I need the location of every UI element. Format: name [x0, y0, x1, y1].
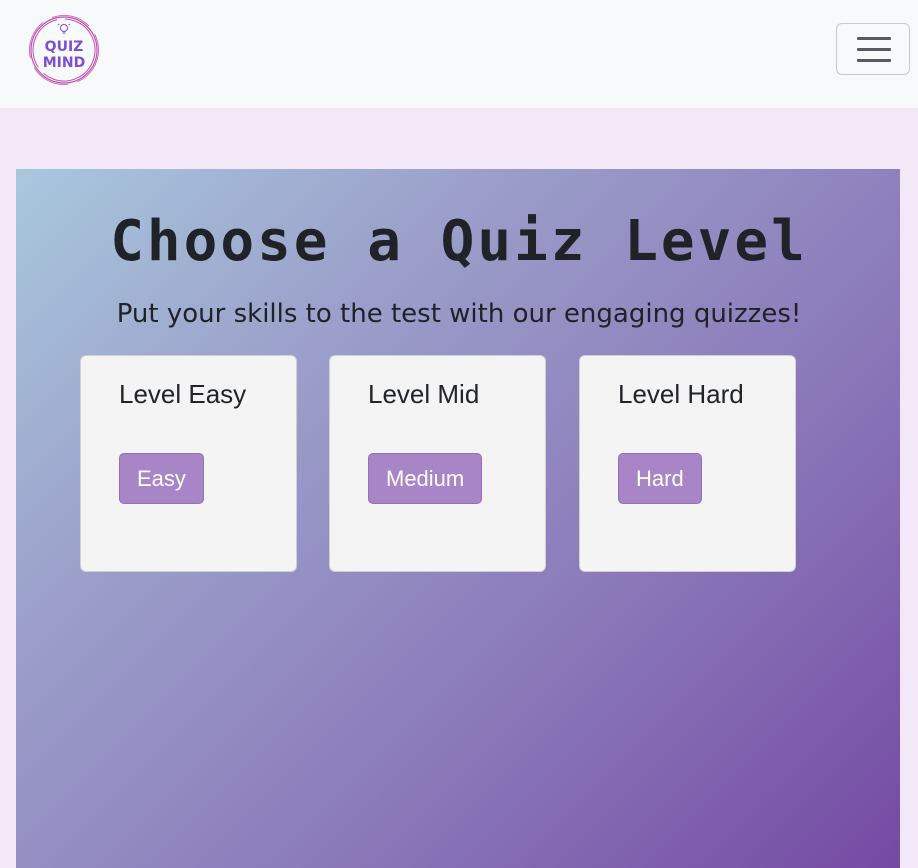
lightbulb-icon [57, 23, 71, 34]
easy-button[interactable]: Easy [119, 453, 204, 504]
logo-text-line1: QUIZ [44, 39, 84, 55]
menu-toggle-button[interactable] [836, 23, 910, 75]
hard-button[interactable]: Hard [618, 453, 702, 504]
medium-button[interactable]: Medium [368, 453, 483, 504]
page-title: Choose a Quiz Level [110, 209, 808, 274]
logo-text-line2: MIND [42, 55, 86, 71]
quizmind-logo[interactable]: QUIZ MIND [28, 14, 100, 86]
level-card-title: Level Easy [119, 379, 247, 409]
level-card-hard: Level Hard Hard [579, 355, 796, 572]
level-card-title: Level Mid [368, 379, 480, 409]
logo-text: QUIZ MIND [28, 39, 100, 71]
navbar: QUIZ MIND [0, 0, 918, 108]
level-card-easy: Level Easy Easy [80, 355, 297, 572]
level-card-mid: Level Mid Medium [329, 355, 546, 572]
page-subtitle: Put your skills to the test with our eng… [116, 299, 802, 329]
level-card-title: Level Hard [618, 379, 744, 409]
